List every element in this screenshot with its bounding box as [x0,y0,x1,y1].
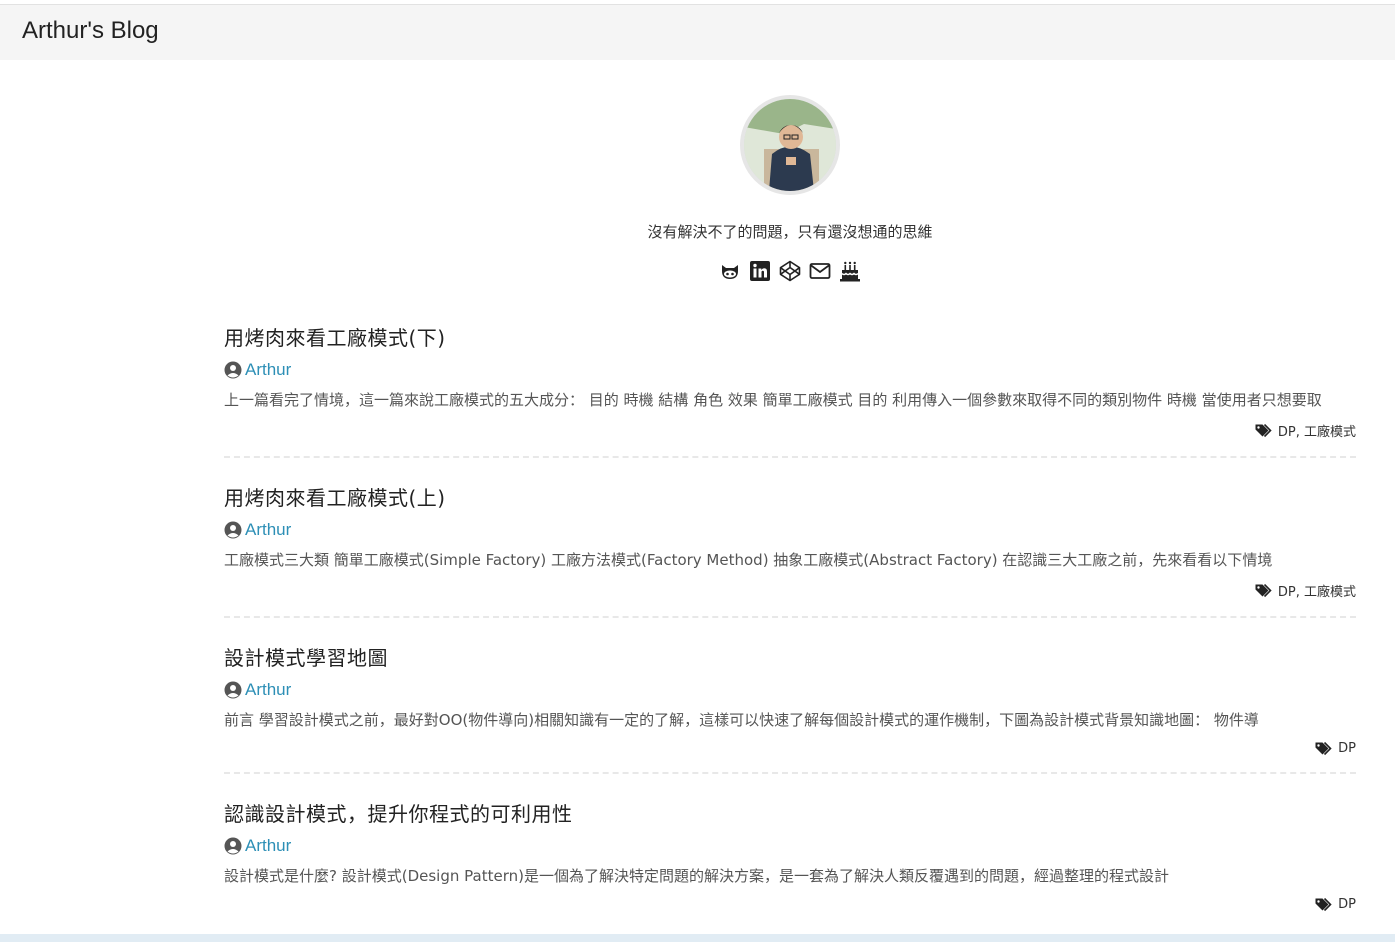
post-title-link[interactable]: 設計模式學習地圖 [224,642,1356,671]
post-list: 用烤肉來看工廠模式(下) Arthur 上一篇看完了情境，這一篇來說工廠模式的五… [224,322,1356,928]
post-title-link[interactable]: 用烤肉來看工廠模式(下) [224,322,1356,351]
post-excerpt: 工廠模式三大類 簡單工廠模式(Simple Factory) 工廠方法模式(Fa… [224,551,1273,569]
post-title-link[interactable]: 用烤肉來看工廠模式(上) [224,482,1356,511]
post-author[interactable]: Arthur [224,520,1356,540]
post-tag-list[interactable]: DP [1338,741,1356,756]
avatar [740,95,840,195]
post-item: 用烤肉來看工廠模式(上) Arthur 工廠模式三大類 簡單工廠模式(Simpl… [224,482,1356,618]
tags-icon [1255,583,1272,597]
github-icon[interactable] [719,260,741,282]
navbar: Arthur's Blog [0,4,1395,60]
tags-icon [1255,423,1272,437]
bottom-scroll-edge [0,934,1395,942]
post-item: 認識設計模式，提升你程式的可利用性 Arthur 設計模式是什麼? 設計模式(D… [224,798,1356,928]
post-author[interactable]: Arthur [224,836,1356,856]
post-author-name[interactable]: Arthur [245,680,291,700]
user-circle-icon [224,681,242,699]
site-brand-link[interactable]: Arthur's Blog [22,17,159,45]
user-circle-icon [224,837,242,855]
post-author-name[interactable]: Arthur [245,520,291,540]
post-tags: DP, 工廠模式 [224,421,1356,456]
user-circle-icon [224,521,242,539]
post-title-link[interactable]: 認識設計模式，提升你程式的可利用性 [224,798,1356,827]
post-tag-list[interactable]: DP [1338,897,1356,912]
profile-section: 沒有解決不了的問題，只有還沒想通的思維 [0,95,1395,282]
post-author[interactable]: Arthur [224,680,1356,700]
post-item: 設計模式學習地圖 Arthur 前言 學習設計模式之前，最好對OO(物件導向)相… [224,642,1356,774]
cake-icon[interactable] [839,260,861,282]
post-tags: DP [224,897,1356,928]
user-circle-icon [224,361,242,379]
codepen-icon[interactable] [779,260,801,282]
post-author-name[interactable]: Arthur [245,360,291,380]
tags-icon [1315,741,1332,755]
post-excerpt: 設計模式是什麼? 設計模式(Design Pattern)是一個為了解決特定問題… [224,867,1169,885]
profile-tagline: 沒有解決不了的問題，只有還沒想通的思維 [647,223,933,241]
post-tags: DP, 工廠模式 [224,581,1356,616]
post-author[interactable]: Arthur [224,360,1356,380]
post-item: 用烤肉來看工廠模式(下) Arthur 上一篇看完了情境，這一篇來說工廠模式的五… [224,322,1356,458]
social-links [0,260,1395,282]
linkedin-icon[interactable] [749,260,771,282]
post-tags: DP [224,741,1356,772]
post-excerpt: 前言 學習設計模式之前，最好對OO(物件導向)相關知識有一定的了解，這樣可以快速… [224,711,1259,729]
tags-icon [1315,897,1332,911]
post-author-name[interactable]: Arthur [245,836,291,856]
mail-icon[interactable] [809,260,831,282]
post-tag-list[interactable]: DP, 工廠模式 [1278,581,1356,600]
post-tag-list[interactable]: DP, 工廠模式 [1278,421,1356,440]
post-excerpt: 上一篇看完了情境，這一篇來說工廠模式的五大成分： 目的 時機 結構 角色 效果 … [224,391,1322,409]
